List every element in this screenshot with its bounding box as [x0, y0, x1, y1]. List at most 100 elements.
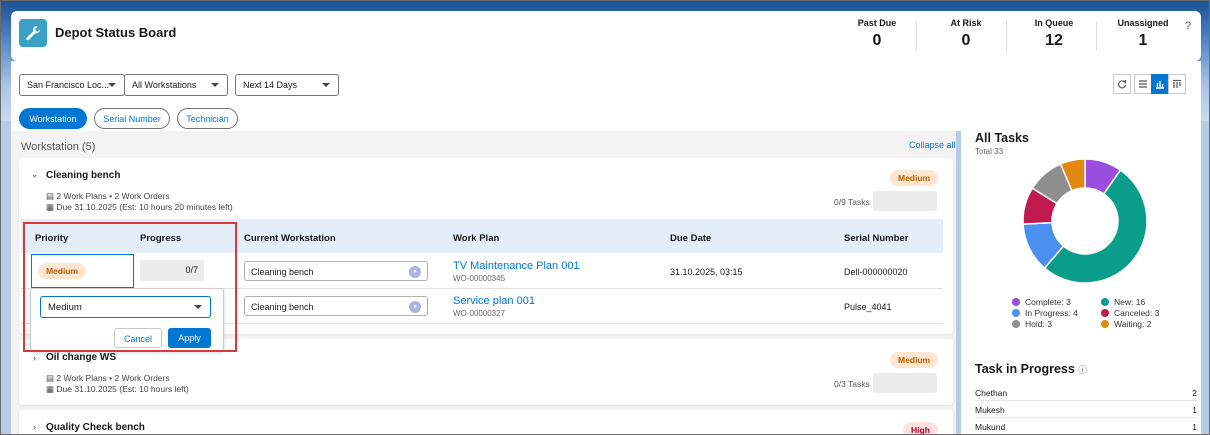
task-in-progress-title: Task in Progress ⓘ [975, 362, 1087, 376]
serial-number-cell: Dell-000000020 [844, 267, 908, 277]
metric-past-due[interactable]: Past Due 0 [837, 18, 917, 50]
column-header-work-plan[interactable]: Work Plan [453, 233, 499, 244]
task-count-value: 2 [1192, 388, 1197, 398]
card-title: Oil change WS [46, 352, 117, 363]
metric-label: In Queue [1034, 18, 1074, 28]
workstation-field[interactable]: Cleaning bench ● [244, 296, 428, 316]
collapse-all-link[interactable]: Collapse all [909, 140, 956, 150]
location-select-value: San Francisco Loc... [27, 80, 110, 90]
legend-label: Hold: 3 [1025, 319, 1052, 329]
app-frame: Depot Status Board Past Due 0 At Risk 0 … [0, 0, 1210, 435]
assign-icon[interactable]: ● [409, 301, 421, 313]
legend-dot [1101, 309, 1109, 317]
location-select[interactable]: San Francisco Loc... [19, 74, 125, 96]
metric-at-risk[interactable]: At Risk 0 [926, 18, 1006, 50]
list-item: Mukesh 1 [975, 405, 1197, 415]
workstation-field[interactable]: Cleaning bench ● [244, 261, 428, 281]
legend-item: Canceled: 3 [1101, 308, 1159, 318]
priority-badge: Medium [890, 170, 939, 186]
help-icon[interactable]: ? [1185, 20, 1191, 32]
task-progress-box [873, 373, 937, 393]
refresh-button[interactable] [1113, 74, 1131, 94]
legend-dot [1012, 320, 1020, 328]
card-meta-plans-text: 2 Work Plans • 2 Work Orders [56, 373, 170, 383]
list-view-button[interactable] [1134, 74, 1152, 94]
all-tasks-total: Total 33 [975, 147, 1004, 156]
chevron-right-icon[interactable]: › [33, 422, 36, 432]
card-meta-due: ▦ Due 31.10.2025 (Est: 10 hours 20 minut… [46, 202, 233, 213]
priority-badge: High [903, 422, 938, 434]
metric-divider [1096, 21, 1097, 51]
refresh-icon [1118, 80, 1127, 89]
due-date-cell: 31.10.2025, 03:15 [670, 267, 743, 277]
info-icon[interactable]: ⓘ [1078, 365, 1087, 375]
column-header-serial-number[interactable]: Serial Number [844, 233, 908, 244]
list-icon [1139, 80, 1147, 88]
column-header-due-date[interactable]: Due Date [670, 233, 711, 244]
legend-label: Canceled: 3 [1114, 308, 1160, 318]
metric-in-queue[interactable]: In Queue 12 [1014, 18, 1094, 50]
workstations-select[interactable]: All Workstations [124, 74, 228, 96]
workstations-select-value: All Workstations [132, 80, 197, 90]
calendar-icon: ▦ [46, 202, 57, 212]
tab-workstation[interactable]: Workstation [19, 108, 87, 129]
task-count: 0/3 Tasks [834, 379, 870, 389]
document-icon: ▤ [46, 373, 57, 383]
task-count-value: 1 [1192, 405, 1197, 415]
wrench-icon [19, 19, 47, 47]
tab-technician[interactable]: Technician [177, 108, 238, 129]
chevron-down-icon [211, 83, 219, 87]
legend-item: Complete: 3 [1012, 297, 1071, 307]
card-meta-due-text: Due 31.10.2025 (Est: 10 hours 20 minutes… [56, 202, 233, 212]
workstation-field-value: Cleaning bench [251, 267, 314, 277]
chevron-down-icon [108, 83, 116, 87]
tab-serial-number[interactable]: Serial Number [94, 108, 170, 129]
metric-value: 1 [1138, 32, 1148, 49]
metric-value: 0 [872, 32, 882, 49]
card-title: Cleaning bench [46, 170, 121, 181]
date-range-select[interactable]: Next 14 Days [235, 74, 339, 96]
metric-unassigned[interactable]: Unassigned 1 [1103, 18, 1183, 50]
legend-item: Waiting: 2 [1101, 319, 1151, 329]
workstation-heading: Workstation (5) [21, 141, 96, 153]
metric-label: At Risk [950, 18, 982, 28]
technician-name: Chethan [975, 388, 1008, 398]
legend-label: New: 16 [1114, 297, 1146, 307]
app-title: Depot Status Board [55, 25, 177, 40]
legend-item: In Progress: 4 [1012, 308, 1078, 318]
legend-dot [1101, 298, 1109, 306]
assign-icon[interactable]: ● [409, 266, 421, 278]
legend-label: Waiting: 2 [1114, 319, 1152, 329]
date-range-select-value: Next 14 Days [243, 80, 298, 90]
chevron-down-icon[interactable]: ⌄ [31, 169, 39, 180]
metric-divider [1006, 21, 1007, 51]
technician-name: Mukesh [975, 405, 1005, 415]
board-view-button[interactable] [1168, 74, 1186, 94]
card-meta-plans: ▤ 2 Work Plans • 2 Work Orders [46, 191, 170, 202]
technician-name: Mukund [975, 422, 1006, 432]
view-toolbar [1113, 74, 1186, 94]
bar-chart-icon [1156, 81, 1164, 89]
all-tasks-title: All Tasks [975, 131, 1029, 145]
chevron-down-icon [322, 83, 330, 87]
workstation-card [19, 410, 953, 434]
task-count-value: 1 [1192, 422, 1197, 432]
serial-number-cell: Pulse_4041 [844, 302, 892, 312]
work-plan-link[interactable]: TV Maintenance Plan 001 [453, 260, 580, 272]
work-plan-link[interactable]: Service plan 001 [453, 295, 535, 307]
row-divider [975, 400, 1197, 401]
workstation-field-value: Cleaning bench [251, 302, 314, 312]
legend-dot [1012, 298, 1020, 306]
legend-dot [1101, 320, 1109, 328]
header-bar: Depot Status Board Past Due 0 At Risk 0 … [11, 11, 1201, 61]
document-icon: ▤ [46, 191, 57, 201]
card-meta-plans-text: 2 Work Plans • 2 Work Orders [56, 191, 170, 201]
chart-view-button[interactable] [1151, 74, 1169, 94]
metric-label: Unassigned [1117, 18, 1169, 28]
legend-label: Complete: 3 [1025, 297, 1071, 307]
legend-dot [1012, 309, 1020, 317]
column-header-workstation[interactable]: Current Workstation [244, 233, 336, 244]
legend-label: In Progress: 4 [1025, 308, 1078, 318]
metric-value: 12 [1045, 32, 1063, 49]
chevron-right-icon[interactable]: › [33, 353, 36, 363]
